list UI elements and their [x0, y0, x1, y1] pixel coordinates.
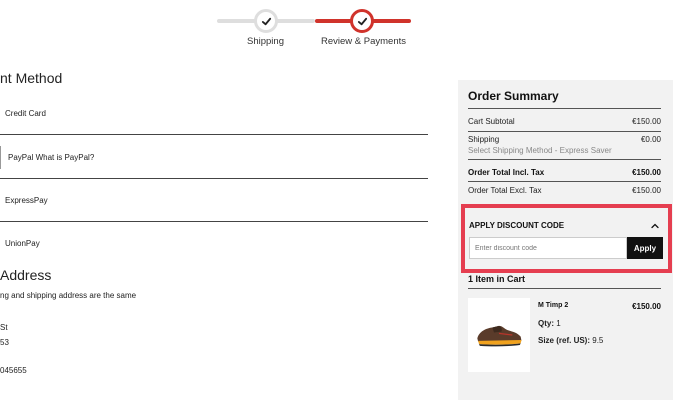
product-image[interactable]	[468, 298, 530, 372]
shipping-method-text: Select Shipping Method - Express Saver	[468, 146, 612, 155]
apply-discount-button[interactable]: Apply	[627, 237, 663, 259]
order-total-incl-label: Order Total Incl. Tax	[468, 168, 545, 177]
divider	[468, 159, 661, 160]
size-value: 9.5	[592, 336, 604, 345]
cart-items-title[interactable]: 1 Item in Cart	[468, 274, 525, 284]
payment-option-paypal[interactable]: PayPal What is PayPal?	[0, 136, 428, 179]
order-summary-title: Order Summary	[468, 89, 559, 103]
checkout-progress: Shipping Review & Payments	[215, 8, 415, 48]
product-qty: Qty: 1	[538, 319, 561, 328]
order-total-excl-row: Order Total Excl. Tax €150.00	[468, 186, 661, 195]
cart-subtotal-value: €150.00	[632, 117, 661, 126]
product-price: €150.00	[632, 302, 661, 311]
product-size: Size (ref. US): 9.5	[538, 336, 603, 345]
shipping-row: Shipping €0.00	[468, 135, 661, 144]
qty-value: 1	[556, 319, 561, 328]
order-total-incl-value: €150.00	[632, 168, 661, 177]
shipping-label: Shipping	[468, 135, 500, 144]
payment-method-title: nt Method	[0, 70, 63, 86]
discount-code-input[interactable]	[469, 237, 627, 259]
billing-address-title: Address	[0, 267, 52, 283]
qty-label: Qty:	[538, 319, 554, 328]
divider	[468, 131, 661, 132]
discount-code-section: APPLY DISCOUNT CODE Apply	[461, 204, 672, 273]
product-name[interactable]: M Timp 2	[538, 302, 568, 309]
payment-option-unionpay[interactable]: UnionPay	[0, 222, 428, 265]
payment-option-label: PayPal What is PayPal?	[8, 152, 95, 162]
payment-option-label: UnionPay	[5, 239, 40, 248]
order-total-excl-label: Order Total Excl. Tax	[468, 186, 542, 195]
size-label: Size (ref. US):	[538, 336, 591, 345]
order-total-excl-value: €150.00	[632, 186, 661, 195]
step-review-label: Review & Payments	[321, 36, 407, 47]
address-line-street: St	[0, 323, 8, 332]
payment-option-label: Credit Card	[5, 108, 46, 118]
same-address-note: ng and shipping address are the same	[0, 291, 137, 300]
divider	[468, 288, 661, 289]
shipping-value: €0.00	[640, 135, 661, 144]
step-shipping-check-icon[interactable]	[254, 9, 278, 33]
discount-code-toggle[interactable]: APPLY DISCOUNT CODE	[469, 221, 564, 230]
shoe-icon	[477, 325, 522, 347]
chevron-up-icon[interactable]	[650, 221, 660, 231]
payment-option-expresspay[interactable]: ExpressPay	[0, 179, 428, 222]
payment-option-label: ExpressPay	[5, 195, 48, 205]
step-shipping-label[interactable]: Shipping	[247, 36, 284, 47]
order-total-incl-row: Order Total Incl. Tax €150.00	[468, 168, 661, 177]
address-line-phone: 045655	[0, 366, 27, 375]
step-review-check-icon	[350, 9, 374, 33]
address-line-postal: 53	[0, 338, 9, 347]
divider	[468, 108, 661, 109]
divider	[468, 181, 661, 182]
payment-option-credit-card[interactable]: Credit Card	[0, 92, 428, 135]
cart-subtotal-label: Cart Subtotal	[468, 117, 515, 126]
cart-subtotal-row: Cart Subtotal €150.00	[468, 117, 661, 126]
